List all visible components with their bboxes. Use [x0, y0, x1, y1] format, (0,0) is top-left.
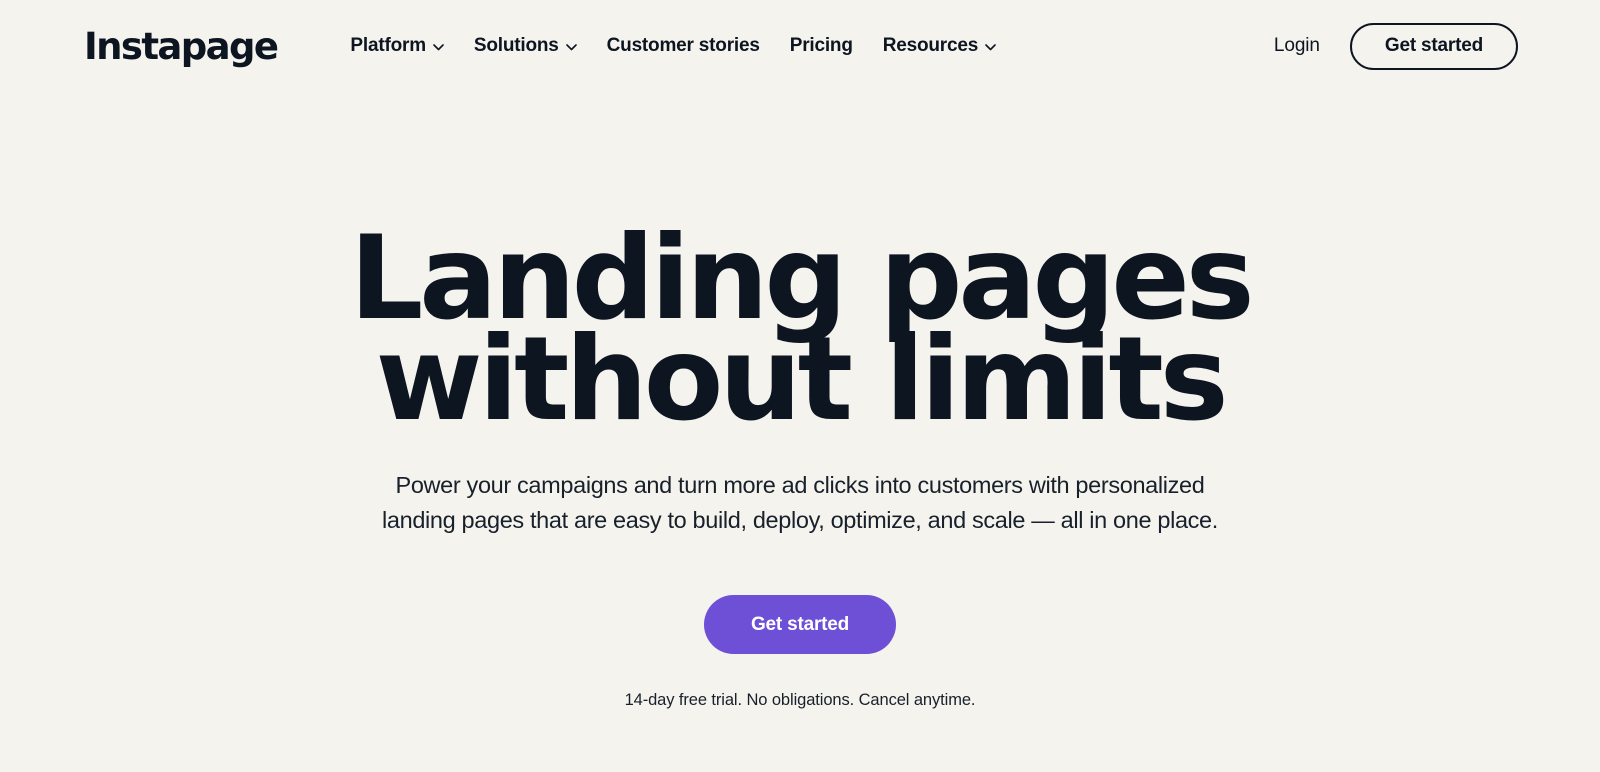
header-actions: Login Get started [1274, 22, 1518, 70]
trial-disclaimer: 14-day free trial. No obligations. Cance… [624, 691, 976, 709]
header-get-started-button[interactable]: Get started [1349, 22, 1518, 70]
hero-cta-container: Get started [0, 595, 1600, 654]
nav-item-solutions[interactable]: Solutions [459, 35, 592, 57]
landing-page: Instapage Platform Solutions Customer st… [0, 0, 1600, 772]
headline-line-2: without limits [375, 312, 1229, 447]
nav-item-label: Platform [350, 35, 426, 56]
main-navigation: Platform Solutions Customer stories Pric… [335, 35, 1011, 57]
nav-item-label: Resources [882, 35, 979, 56]
page-title: Landing pages without limits [0, 221, 1600, 447]
nav-item-label: Solutions [473, 35, 559, 56]
subheading-line-1: Power your campaigns and turn more ad cl… [395, 472, 1205, 498]
instapage-logo[interactable]: Instapage [84, 28, 279, 65]
site-header: Instapage Platform Solutions Customer st… [0, 0, 1600, 92]
nav-item-label: Pricing [789, 35, 853, 56]
hero-get-started-button[interactable]: Get started [703, 595, 897, 654]
nav-item-pricing[interactable]: Pricing [775, 35, 868, 57]
nav-item-platform[interactable]: Platform [335, 35, 458, 57]
subheading-line-2: landing pages that are easy to build, de… [382, 507, 1218, 533]
hero-subheading: Power your campaigns and turn more ad cl… [0, 468, 1600, 538]
chevron-down-icon [565, 43, 577, 51]
hero-section: Landing pages without limits Power your … [0, 221, 1600, 710]
login-link[interactable]: Login [1274, 35, 1320, 57]
nav-item-customer-stories[interactable]: Customer stories [592, 35, 775, 57]
chevron-down-icon [985, 43, 996, 51]
chevron-down-icon [433, 43, 444, 51]
nav-item-resources[interactable]: Resources [868, 35, 1011, 57]
nav-item-label: Customer stories [606, 35, 760, 56]
